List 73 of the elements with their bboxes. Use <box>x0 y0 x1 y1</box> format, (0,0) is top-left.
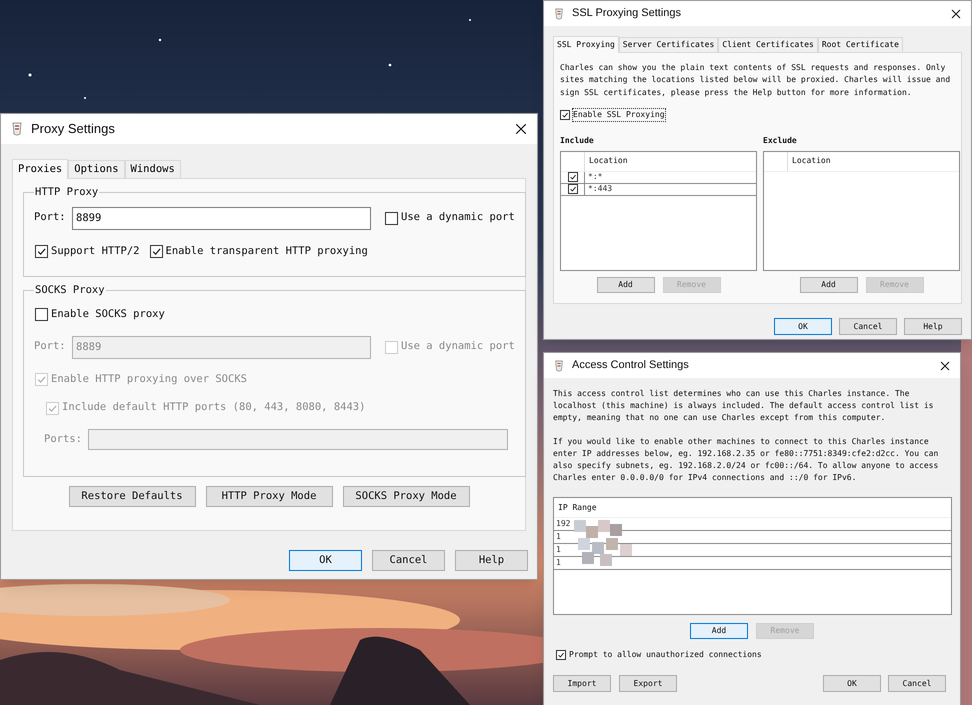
redaction-drawing <box>574 518 634 566</box>
table-cell-text: *:443 <box>587 184 614 195</box>
button[interactable]: OK <box>823 675 881 692</box>
button[interactable]: Import <box>553 675 611 692</box>
table-cell-text: 1 <box>555 531 562 543</box>
app-icon <box>554 8 564 20</box>
checkbox[interactable] <box>35 245 48 258</box>
description-text: Charles can show you the plain text contents of SSL requests and responses. Only sites matching the locations listed below will be proxied. Charles will issue and sign SSL certificates, please press the Help button for more information. <box>560 62 952 99</box>
column-header: Location <box>791 155 832 168</box>
group-title: SOCKS Proxy <box>34 283 106 298</box>
tab[interactable]: SSL Proxying <box>553 36 619 53</box>
checkbox[interactable] <box>568 184 578 194</box>
button[interactable]: OK <box>774 318 832 335</box>
description-text: If you would like to enable other machines to connect to this Charles instance enter IP addresses below, eg. 192.168.2.35 or fe80::7751:8349:cfe2:d2cc. You can also specify subnets, eg. 192.168.2.0/24 or fc00::/64. To allow anyone to access Charles enter 0.0.0.0/0 for IPv4 connections and ::/0 for IPv6. <box>553 436 940 484</box>
tab[interactable]: Server Certificates <box>618 37 718 52</box>
checkbox-label: Use a dynamic port <box>401 339 515 354</box>
list-title: Include <box>560 134 595 147</box>
tab[interactable]: Proxies <box>12 159 68 179</box>
checkbox-label: Enable transparent HTTP proxying <box>166 244 368 259</box>
ports-field[interactable] <box>88 429 508 450</box>
table-cell-text: 1 <box>555 557 562 569</box>
button[interactable]: OK <box>289 550 362 571</box>
window-title: SSL Proxying Settings <box>572 6 682 22</box>
tab[interactable]: Options <box>68 160 125 178</box>
close-icon[interactable] <box>515 123 527 135</box>
table-row[interactable]: *:443 <box>561 184 756 196</box>
checkbox[interactable] <box>568 172 578 182</box>
app-icon <box>554 360 564 372</box>
button[interactable]: Help <box>904 318 962 335</box>
button[interactable]: Add <box>596 276 654 293</box>
button[interactable]: Cancel <box>839 318 897 335</box>
field-label: Ports: <box>44 432 82 447</box>
app-icon <box>11 122 23 136</box>
button[interactable]: SOCKS Proxy Mode <box>342 486 470 507</box>
tab[interactable]: Root Certificate <box>818 37 903 52</box>
column-header: Location <box>588 155 629 168</box>
table-cell-text: *:* <box>587 172 604 183</box>
tab[interactable]: Windows <box>124 160 181 178</box>
checkbox-label: Support HTTP/2 <box>51 244 140 259</box>
checkbox-label: Use a dynamic port <box>401 210 515 226</box>
button[interactable]: Help <box>455 550 528 571</box>
column-header: IP Range <box>557 502 598 514</box>
close-icon[interactable] <box>951 8 961 18</box>
window-title: Proxy Settings <box>31 120 116 138</box>
description-text: This access control list determines who can use this Charles instance. The localhost (this machine) is always included. The default access control list is empty, meaning that no one can use Charles except from this computer. <box>553 388 934 424</box>
checkbox[interactable] <box>385 212 398 225</box>
checkbox-label: Enable SSL Proxying <box>573 108 665 121</box>
checkbox-label: Prompt to allow unauthorized connections <box>569 649 762 661</box>
button[interactable]: Restore Defaults <box>68 486 196 507</box>
button[interactable]: Add <box>690 623 748 639</box>
window-title: Access Control Settings <box>572 358 690 374</box>
button[interactable]: HTTP Proxy Mode <box>206 486 332 507</box>
checkbox[interactable] <box>556 650 566 660</box>
group-title: HTTP Proxy <box>34 185 100 200</box>
checkbox-label: Enable SOCKS proxy <box>51 306 165 322</box>
button[interactable]: Add <box>800 276 858 293</box>
checkbox-label: Include default HTTP ports (80, 443, 8080, 8443) <box>62 400 366 416</box>
checkbox[interactable] <box>560 110 570 120</box>
tab[interactable]: Client Certificates <box>718 37 818 52</box>
field-label: Port: <box>34 210 67 226</box>
checkbox-label: Enable HTTP proxying over SOCKS <box>51 372 247 386</box>
button[interactable]: Cancel <box>888 675 946 692</box>
list-title: Exclude <box>763 134 798 147</box>
checkbox[interactable] <box>35 308 48 322</box>
button[interactable]: Cancel <box>372 550 445 571</box>
table-cell-text: 1 <box>555 544 562 556</box>
table-row[interactable]: *:* <box>561 172 756 184</box>
button[interactable]: Export <box>619 675 677 692</box>
close-icon[interactable] <box>940 360 950 370</box>
port-field[interactable]: 8899 <box>72 206 371 230</box>
checkbox[interactable] <box>150 245 163 258</box>
field-label: Port: <box>34 339 67 354</box>
table-cell-text: 192 <box>555 518 572 530</box>
